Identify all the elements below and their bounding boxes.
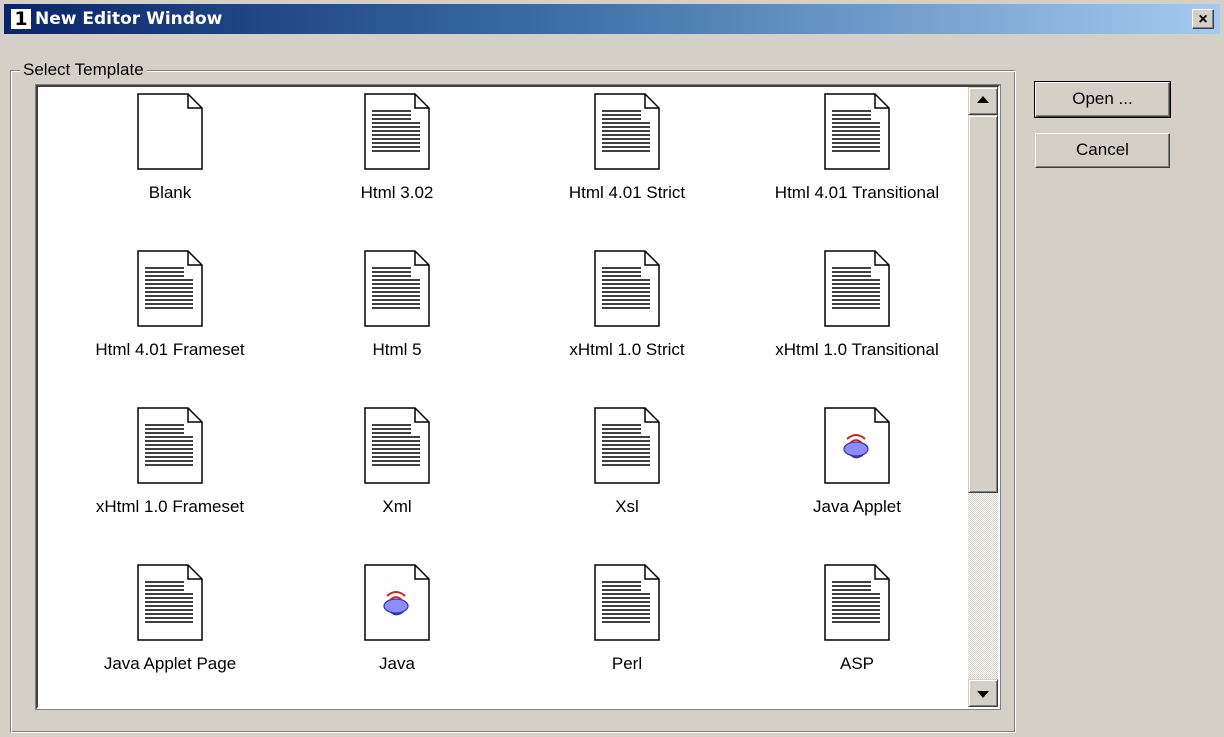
- template-item[interactable]: ASP: [742, 564, 972, 675]
- text-document-icon: [282, 250, 512, 333]
- template-label: Xml: [382, 497, 412, 516]
- text-document-icon: [742, 564, 972, 647]
- template-item[interactable]: xHtml 1.0 Strict: [512, 250, 742, 361]
- text-document-icon: [512, 93, 742, 176]
- text-document-icon: [742, 93, 972, 176]
- text-document-icon: [282, 407, 512, 490]
- group-label: Select Template: [20, 59, 147, 81]
- template-item[interactable]: Java: [282, 564, 512, 675]
- text-document-icon: [55, 250, 285, 333]
- template-label: xHtml 1.0 Transitional: [775, 340, 939, 359]
- template-item[interactable]: Html 4.01 Strict: [512, 93, 742, 204]
- close-icon: ×: [1198, 11, 1208, 28]
- template-item[interactable]: Xsl: [512, 407, 742, 518]
- text-document-icon: [512, 250, 742, 333]
- app-icon: 1: [11, 9, 31, 29]
- scroll-down-button[interactable]: [968, 679, 998, 707]
- vertical-scrollbar[interactable]: [968, 87, 998, 707]
- open-button[interactable]: Open ...: [1034, 81, 1171, 118]
- java-document-icon: [742, 407, 972, 490]
- cancel-button[interactable]: Cancel: [1035, 133, 1170, 168]
- template-label: Html 4.01 Frameset: [95, 340, 245, 359]
- template-label: Html 4.01 Transitional: [774, 183, 940, 202]
- template-item[interactable]: Xml: [282, 407, 512, 518]
- scroll-up-button[interactable]: [968, 87, 998, 115]
- template-label: Perl: [611, 654, 643, 673]
- arrow-up-icon: [977, 96, 989, 103]
- template-label: ASP: [839, 654, 875, 673]
- template-label: xHtml 1.0 Strict: [569, 340, 685, 359]
- template-list[interactable]: Blank Html 3.02 Html 4.01 Strict Html 4.01 …: [36, 85, 1000, 709]
- blank-document-icon: [55, 93, 285, 176]
- template-item[interactable]: Java Applet Page: [55, 564, 285, 675]
- template-item[interactable]: Java Applet: [742, 407, 972, 518]
- template-item[interactable]: Html 3.02: [282, 93, 512, 204]
- arrow-down-icon: [977, 691, 989, 698]
- template-label: Html 4.01 Strict: [568, 183, 686, 202]
- template-item[interactable]: xHtml 1.0 Transitional: [742, 250, 972, 361]
- scroll-thumb[interactable]: [968, 115, 998, 493]
- template-item[interactable]: Html 5: [282, 250, 512, 361]
- template-label: Blank: [148, 183, 192, 202]
- template-label: xHtml 1.0 Frameset: [95, 497, 245, 516]
- new-editor-window: 1 New Editor Window × Select Template Bl…: [0, 0, 1224, 737]
- template-label: Html 5: [372, 340, 422, 359]
- text-document-icon: [55, 407, 285, 490]
- java-document-icon: [282, 564, 512, 647]
- template-label: Java Applet Page: [103, 654, 237, 673]
- window-title: New Editor Window: [35, 9, 223, 29]
- close-button[interactable]: ×: [1192, 9, 1214, 29]
- template-item[interactable]: xHtml 1.0 Frameset: [55, 407, 285, 518]
- text-document-icon: [55, 564, 285, 647]
- template-label: Xsl: [615, 497, 639, 516]
- text-document-icon: [512, 407, 742, 490]
- text-document-icon: [512, 564, 742, 647]
- template-item[interactable]: Blank: [55, 93, 285, 204]
- template-item[interactable]: Perl: [512, 564, 742, 675]
- template-item[interactable]: Html 4.01 Frameset: [55, 250, 285, 361]
- template-label: Java: [379, 654, 415, 673]
- template-label: Html 3.02: [360, 183, 434, 202]
- title-bar[interactable]: 1 New Editor Window ×: [4, 4, 1220, 34]
- template-item[interactable]: Html 4.01 Transitional: [742, 93, 972, 204]
- text-document-icon: [282, 93, 512, 176]
- text-document-icon: [742, 250, 972, 333]
- template-label: Java Applet: [813, 497, 901, 516]
